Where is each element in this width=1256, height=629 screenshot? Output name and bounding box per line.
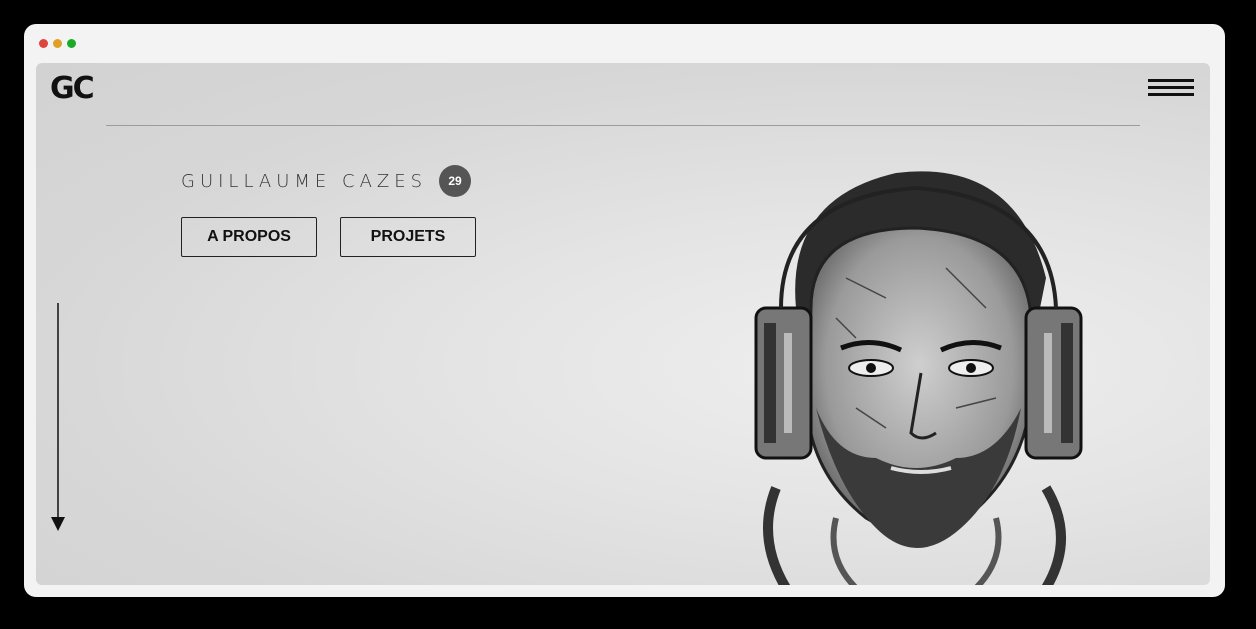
arrow-down-icon[interactable] [50,303,66,533]
hero-name-row: GUILLAUME CAZES 29 [181,165,472,197]
projects-button[interactable]: PROJETS [340,217,476,257]
site-logo[interactable]: GC [50,71,95,106]
header-divider [106,125,1140,126]
minimize-window-button[interactable] [53,39,62,48]
close-window-button[interactable] [39,39,48,48]
hero-name: GUILLAUME CAZES [181,170,428,192]
page-viewport: GC GUILLAUME CAZES 29 A PROPOS PROJETS [36,63,1210,585]
window-controls [39,39,76,48]
browser-window: GC GUILLAUME CAZES 29 A PROPOS PROJETS [24,24,1225,597]
about-button[interactable]: A PROPOS [181,217,317,257]
portrait-illustration [754,171,1083,585]
maximize-window-button[interactable] [67,39,76,48]
age-badge: 29 [439,165,472,197]
hamburger-menu-icon[interactable] [1148,78,1196,100]
